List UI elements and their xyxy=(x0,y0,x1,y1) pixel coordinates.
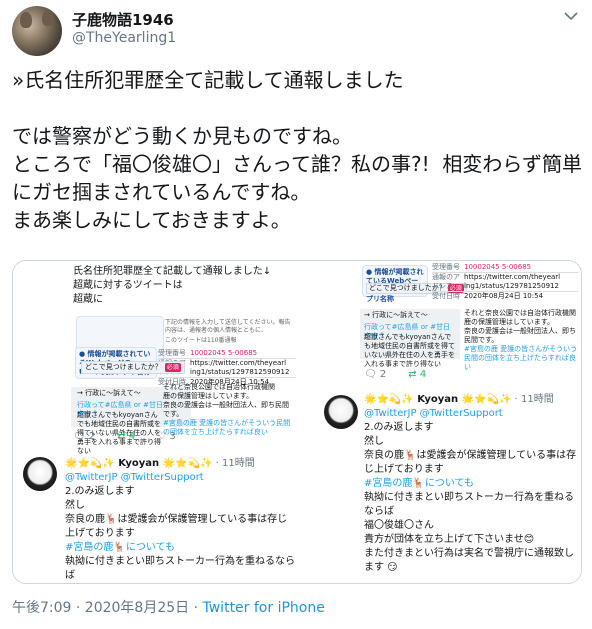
chevron-down-icon[interactable] xyxy=(564,10,578,24)
kyoyan-line: 然し xyxy=(65,500,85,511)
mini-tweet-line: #宮島の鹿 愛護の皆さんがそういう民間の団体を立ち上げたらすれば良い xyxy=(163,419,291,436)
media-image-left[interactable]: 氏名住所犯罪歴全て記載して通報しました↓ 超蔵に対するツイートは 超蔵に 下記の… xyxy=(13,261,302,583)
kyoyan-name: 🌟⭐💫✨ Kyoyan 🌟⭐💫✨ xyxy=(364,394,512,405)
mini-tweet-line: 鹿の保護管理はしています。 xyxy=(163,392,254,400)
reply-count: 2 xyxy=(379,369,387,380)
like-count: 3 xyxy=(169,431,176,442)
author-avatar[interactable] xyxy=(12,6,62,56)
required-badge: 必須 xyxy=(164,363,181,372)
mini-tweet-b: それと奈良公園では自治体行政機関 鹿の保護管理はしています。 奈良の愛護会は一般… xyxy=(163,383,295,437)
kyoyan-avatar xyxy=(324,395,358,429)
kyoyan-line: 2.のみ返します xyxy=(65,486,135,497)
kyoyan-line: 執拗に付きまとい即ちストーカー行為を重ねるならば xyxy=(65,556,295,581)
kyoyan-line: 奈良の鹿🦌は愛護会が保護管理している事は存じ上げております xyxy=(65,514,288,539)
row-label: 受付日時 xyxy=(432,292,460,300)
kyoyan-line: #宮島の鹿🦌についても xyxy=(364,478,475,489)
row-label: 受理番号 xyxy=(158,349,186,357)
mini-tweet-line: それと奈良公園では自治体行政機関 xyxy=(464,309,576,317)
kyoyan-line: 然し xyxy=(364,436,384,447)
heart-icon: ♡ 3 xyxy=(157,431,176,442)
form-note: 下記の情報を入力して送信してください。報告内容は、通報者の個人情報とともに、 xyxy=(165,319,291,334)
image-header-line: 氏名住所犯罪歴全て記載して通報しました↓ xyxy=(73,266,272,277)
kyoyan-time: · 11時間 xyxy=(514,394,554,405)
question-text: どこで見つけましたか？ xyxy=(85,363,162,371)
kyoyan-line: 貴方が団体を立ち上げて下さいませ😊 xyxy=(364,534,535,545)
mini-tweet-line: それと奈良公園では自治体行政機関 xyxy=(163,383,275,391)
mini-tweet-line: 鹿の保護管理はしています。 xyxy=(464,318,555,326)
tweet-footer: 午後7:09 · 2020年8月25日 · Twitter for iPhone xyxy=(12,597,325,617)
kyoyan-tweet-left: 🌟⭐💫✨ Kyoyan 🌟⭐💫✨ · 11時間 @TwitterJP @Twit… xyxy=(65,457,297,583)
mini-tweet-line: 奈良の愛護会は一般財団法人、即ち民間です。 xyxy=(163,401,289,418)
image-header-line: 超蔵に xyxy=(73,294,103,305)
mini-tweet-b: それと奈良公園では自治体行政機関 鹿の保護管理はしています。 奈良の愛護会は一般… xyxy=(464,309,578,372)
kyoyan-line: 奈良の鹿🦌は愛護会が保護管理している事は存じ上げております xyxy=(364,450,577,475)
row-label: 通報のアドレス xyxy=(432,273,460,290)
row-value: 10002045 5-00685 xyxy=(464,263,532,271)
kyoyan-line: 福〇俊雄〇さん xyxy=(364,520,434,531)
row-value: https://twitter.com/theyearl ing1/status… xyxy=(190,359,290,376)
reply-icon: 🗨 2 xyxy=(364,369,387,380)
mini-tweet-line: 奈良の愛護会は一般財団法人、即ち民間です。 xyxy=(464,327,576,344)
retweet-count: 4 xyxy=(419,369,427,380)
form-subnote: このツイートは110番通報 xyxy=(165,337,237,344)
tweet-source-link[interactable]: Twitter for iPhone xyxy=(203,600,325,616)
kyoyan-line: また付きまとい行為は実名で警視庁に通報致します 😏 xyxy=(364,548,574,573)
report-rows-right: 受理番号 10002045 5-00685 通報のアドレス https://tw… xyxy=(432,263,578,301)
kyoyan-avatar xyxy=(23,457,57,491)
mini-tweet-actions: 🗨 2 ⇄ 4 xyxy=(364,369,426,380)
image-text-header: 氏名住所犯罪歴全て記載して通報しました↓ 超蔵に対するツイートは 超蔵に xyxy=(73,265,298,307)
row-value: https://twitter.com/theyearl ing1/status… xyxy=(464,273,561,290)
kyoyan-line: 2.のみ返します xyxy=(364,422,434,433)
mini-tweet-line: 超獣さんでもkyoyanさんでも地域住民の自書所或を得ていない県外在住の人を勇手… xyxy=(364,333,455,368)
kyoyan-tweet-right: 🌟⭐💫✨ Kyoyan 🌟⭐💫✨ · 11時間 @TwitterJP @Twit… xyxy=(364,393,578,575)
mini-tweet-actions: 🗨 2 ⇄ 4 ♡ 3 xyxy=(73,431,176,442)
kyoyan-time: · 11時間 xyxy=(215,458,255,469)
reply-count: 2 xyxy=(88,431,96,442)
kyoyan-name: 🌟⭐💫✨ Kyoyan 🌟⭐💫✨ xyxy=(65,458,213,469)
mini-tweet-header: → 行政に～訴えて～ xyxy=(364,311,428,319)
retweet-count: 4 xyxy=(128,431,136,442)
question-box: どこで見つけましたか？ 必須 xyxy=(81,361,185,374)
kyoyan-line: #宮島の鹿🦌についても xyxy=(65,542,176,553)
tweet-text: »氏名住所犯罪歴全て記載して通報しました では警察がどう動くか見ものですね。 と… xyxy=(12,68,582,232)
row-value: 10002045 5-00685 xyxy=(190,349,258,357)
kyoyan-mentions: @TwitterJP @TwitterSupport xyxy=(65,472,204,483)
retweet-icon: ⇄ 4 xyxy=(408,369,427,380)
retweet-icon: ⇄ 4 xyxy=(117,431,136,442)
image-header-line: 超蔵に対するツイートは xyxy=(73,280,183,291)
tweet-timestamp[interactable]: 午後7:09 · 2020年8月25日 · xyxy=(12,600,203,616)
kyoyan-mentions: @TwitterJP @TwitterSupport xyxy=(364,408,503,419)
mini-tweet-header: → 行政に～訴えて～ xyxy=(77,389,141,397)
media-grid[interactable]: 氏名住所犯罪歴全て記載して通報しました↓ 超蔵に対するツイートは 超蔵に 下記の… xyxy=(12,260,582,584)
author-handle[interactable]: @TheYearling1 xyxy=(72,30,176,46)
row-value: 2020年08月24日 10:54 xyxy=(464,292,544,300)
media-image-right[interactable]: ● 情報が掲載されているWebページのURL、又はアプリ名称 どこで見つけました… xyxy=(302,261,581,583)
reply-icon: 🗨 2 xyxy=(73,431,96,442)
mini-tweet-line: #宮島の鹿 愛護の皆さんがそういう民間の団体を立ち上げたらすれば良い xyxy=(464,345,578,371)
row-label: 受理番号 xyxy=(432,263,460,271)
kyoyan-line: 執拗に付きまとい即ちストーカー行為を重ねるならば xyxy=(364,492,574,517)
author-name[interactable]: 子鹿物語1946 xyxy=(72,9,174,30)
